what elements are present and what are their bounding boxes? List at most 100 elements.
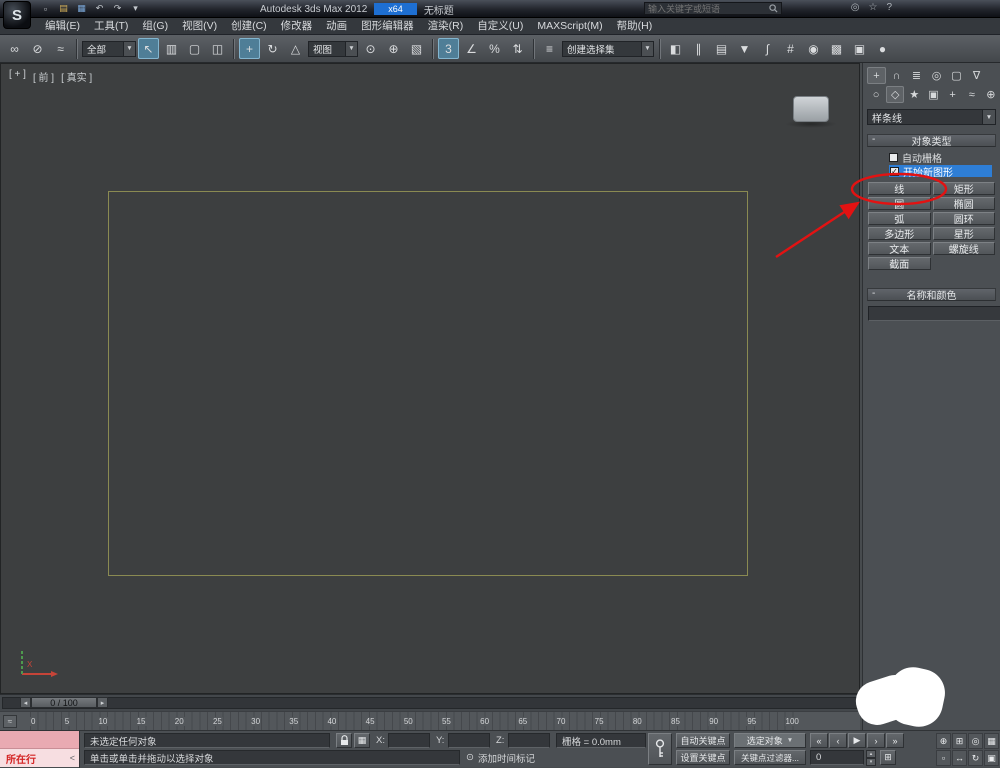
rendered-frame-window-icon[interactable]: ▣ xyxy=(849,38,870,59)
track-bar-tick[interactable]: 35 xyxy=(288,717,300,726)
select-object-icon[interactable]: ↖ xyxy=(138,38,159,59)
track-bar-tick[interactable]: 90 xyxy=(708,717,720,726)
sub-space-warps-icon[interactable]: ≈ xyxy=(963,86,981,103)
angle-snap-icon[interactable]: ∠ xyxy=(461,38,482,59)
pan-view-icon[interactable]: ↔ xyxy=(952,750,967,766)
save-file-icon[interactable]: ▦ xyxy=(74,2,89,15)
tab-modify-icon[interactable]: ∩ xyxy=(887,67,906,84)
viewport-front[interactable]: [ + ] [ 前 ] [ 真实 ] X xyxy=(0,63,860,694)
zoom-extents-all-icon[interactable]: ▦ xyxy=(984,733,999,749)
time-slider[interactable]: ◂ 0 / 100 ▸ xyxy=(0,694,860,711)
select-and-scale-icon[interactable]: △ xyxy=(285,38,306,59)
x-coordinate-field[interactable] xyxy=(388,733,430,748)
autogrid-checkbox[interactable] xyxy=(889,152,898,162)
set-key-button[interactable]: 设置关键点 xyxy=(676,750,730,765)
tab-utilities-icon[interactable]: ∇ xyxy=(967,67,986,84)
named-selection-sets-dropdown[interactable]: 创建选择集 ▼ xyxy=(562,40,654,57)
select-and-link-icon[interactable]: ∞ xyxy=(4,38,25,59)
y-coordinate-field[interactable] xyxy=(448,733,490,748)
track-bar-tick[interactable]: 40 xyxy=(326,717,338,726)
chevron-down-icon[interactable]: ▼ xyxy=(641,41,653,56)
select-and-move-icon[interactable]: + xyxy=(239,38,260,59)
time-configuration-icon[interactable]: ⊞ xyxy=(880,750,896,765)
frame-spinner[interactable]: ▴ ▾ xyxy=(866,750,876,766)
viewport-menu-general[interactable]: [ + ] xyxy=(9,69,26,84)
chevron-down-icon[interactable]: ▼ xyxy=(982,110,995,124)
zoom-region-icon[interactable]: ▫ xyxy=(936,750,951,766)
track-bar-tick[interactable]: 75 xyxy=(593,717,605,726)
track-bar[interactable]: ≈ 0 5 10 15 20 25 30 35 40 45 50 55 60 65 70 75 80 85 90 95… xyxy=(0,711,860,731)
render-setup-icon[interactable]: ▩ xyxy=(826,38,847,59)
rectangle-spline[interactable] xyxy=(108,191,748,576)
selection-region-icon[interactable]: ▢ xyxy=(184,38,205,59)
menu-item[interactable]: 编辑(E) xyxy=(38,18,87,35)
menu-item[interactable]: 渲染(R) xyxy=(421,18,471,35)
sub-geometry-icon[interactable]: ○ xyxy=(867,86,885,103)
search-input[interactable] xyxy=(648,3,760,14)
track-bar-tick[interactable]: 70 xyxy=(555,717,567,726)
rollout-collapse-icon[interactable]: - xyxy=(872,288,875,299)
selection-lock-icon[interactable] xyxy=(336,733,352,748)
tab-create-icon[interactable]: + xyxy=(867,67,886,84)
menu-item[interactable]: 组(G) xyxy=(135,18,175,35)
percent-snap-icon[interactable]: % xyxy=(484,38,505,59)
select-by-name-icon[interactable]: ▥ xyxy=(161,38,182,59)
track-bar-tick[interactable]: 25 xyxy=(211,717,223,726)
current-frame-field[interactable]: 0 xyxy=(810,750,864,765)
shape-button[interactable]: 线 xyxy=(868,182,931,196)
edit-named-selection-sets-icon[interactable]: ≡ xyxy=(539,38,560,59)
mirror-icon[interactable]: ◧ xyxy=(665,38,686,59)
absolute-offset-toggle-icon[interactable]: ▦ xyxy=(354,733,370,748)
shape-button[interactable]: 椭圆 xyxy=(932,197,995,211)
menu-item[interactable]: 自定义(U) xyxy=(470,18,530,35)
track-bar-tick[interactable]: 50 xyxy=(402,717,414,726)
set-keys-button[interactable] xyxy=(648,733,672,765)
listener-recorder-row[interactable] xyxy=(0,731,79,749)
shape-button[interactable]: 螺旋线 xyxy=(932,242,995,256)
menu-item[interactable]: MAXScript(M) xyxy=(530,18,609,35)
align-icon[interactable]: ∥ xyxy=(688,38,709,59)
shape-button[interactable]: 弧 xyxy=(868,212,931,226)
track-bar-tick[interactable]: 30 xyxy=(250,717,262,726)
menu-item[interactable]: 视图(V) xyxy=(175,18,224,35)
unlink-selection-icon[interactable]: ⊘ xyxy=(27,38,48,59)
help-icon[interactable]: ? xyxy=(886,2,892,13)
new-file-icon[interactable]: ▫ xyxy=(38,2,53,15)
sub-helpers-icon[interactable]: + xyxy=(944,86,962,103)
orbit-icon[interactable]: ↻ xyxy=(968,750,983,766)
keyboard-override-icon[interactable]: ▧ xyxy=(406,38,427,59)
viewcube[interactable] xyxy=(793,96,829,122)
track-bar-ticks[interactable]: 0 5 10 15 20 25 30 35 40 45 50 55 60 65 70 75 80 85 90 95 10… xyxy=(30,712,800,731)
track-bar-tick[interactable]: 55 xyxy=(440,717,452,726)
tab-motion-icon[interactable]: ◎ xyxy=(927,67,946,84)
auto-key-button[interactable]: 自动关键点 xyxy=(676,733,730,748)
chevron-down-icon[interactable]: ▼ xyxy=(123,41,135,56)
spinner-up-icon[interactable]: ▴ xyxy=(866,750,876,758)
add-time-tag[interactable]: ⊙ 添加时间标记 xyxy=(466,750,535,765)
listener-row[interactable]: 所在行 < xyxy=(0,749,79,767)
ribbon-toggle-icon[interactable]: ▼ xyxy=(734,38,755,59)
zoom-all-icon[interactable]: ⊞ xyxy=(952,733,967,749)
favorites-star-icon[interactable]: ☆ xyxy=(868,2,877,13)
shape-button[interactable]: 圆环 xyxy=(932,212,995,226)
time-slider-handle[interactable]: 0 / 100 xyxy=(31,697,97,708)
bind-to-space-warp-icon[interactable]: ≈ xyxy=(50,38,71,59)
sign-in-icon[interactable]: ◎ xyxy=(851,2,860,13)
maxscript-mini-listener[interactable]: 所在行 < xyxy=(0,731,80,768)
rollout-collapse-icon[interactable]: - xyxy=(872,134,875,145)
track-bar-tick[interactable]: 85 xyxy=(670,717,681,726)
listener-expand-icon[interactable]: < xyxy=(70,753,75,763)
window-crossing-icon[interactable]: ◫ xyxy=(207,38,228,59)
track-bar-tick[interactable]: 100 xyxy=(784,717,800,726)
menu-item[interactable]: 图形编辑器 xyxy=(354,18,421,35)
redo-icon[interactable]: ↷ xyxy=(110,2,125,15)
quick-access-caret-icon[interactable]: ▾ xyxy=(128,2,143,15)
select-and-manipulate-icon[interactable]: ⊕ xyxy=(383,38,404,59)
menu-item[interactable]: 创建(C) xyxy=(224,18,274,35)
snap-toggle-3d-icon[interactable]: 3 xyxy=(438,38,459,59)
object-name-input[interactable] xyxy=(868,306,1000,321)
go-to-end-icon[interactable]: » xyxy=(886,733,904,748)
menu-item[interactable]: 动画 xyxy=(319,18,354,35)
track-bar-tick[interactable]: 80 xyxy=(631,717,643,726)
render-production-icon[interactable]: ● xyxy=(872,38,893,59)
